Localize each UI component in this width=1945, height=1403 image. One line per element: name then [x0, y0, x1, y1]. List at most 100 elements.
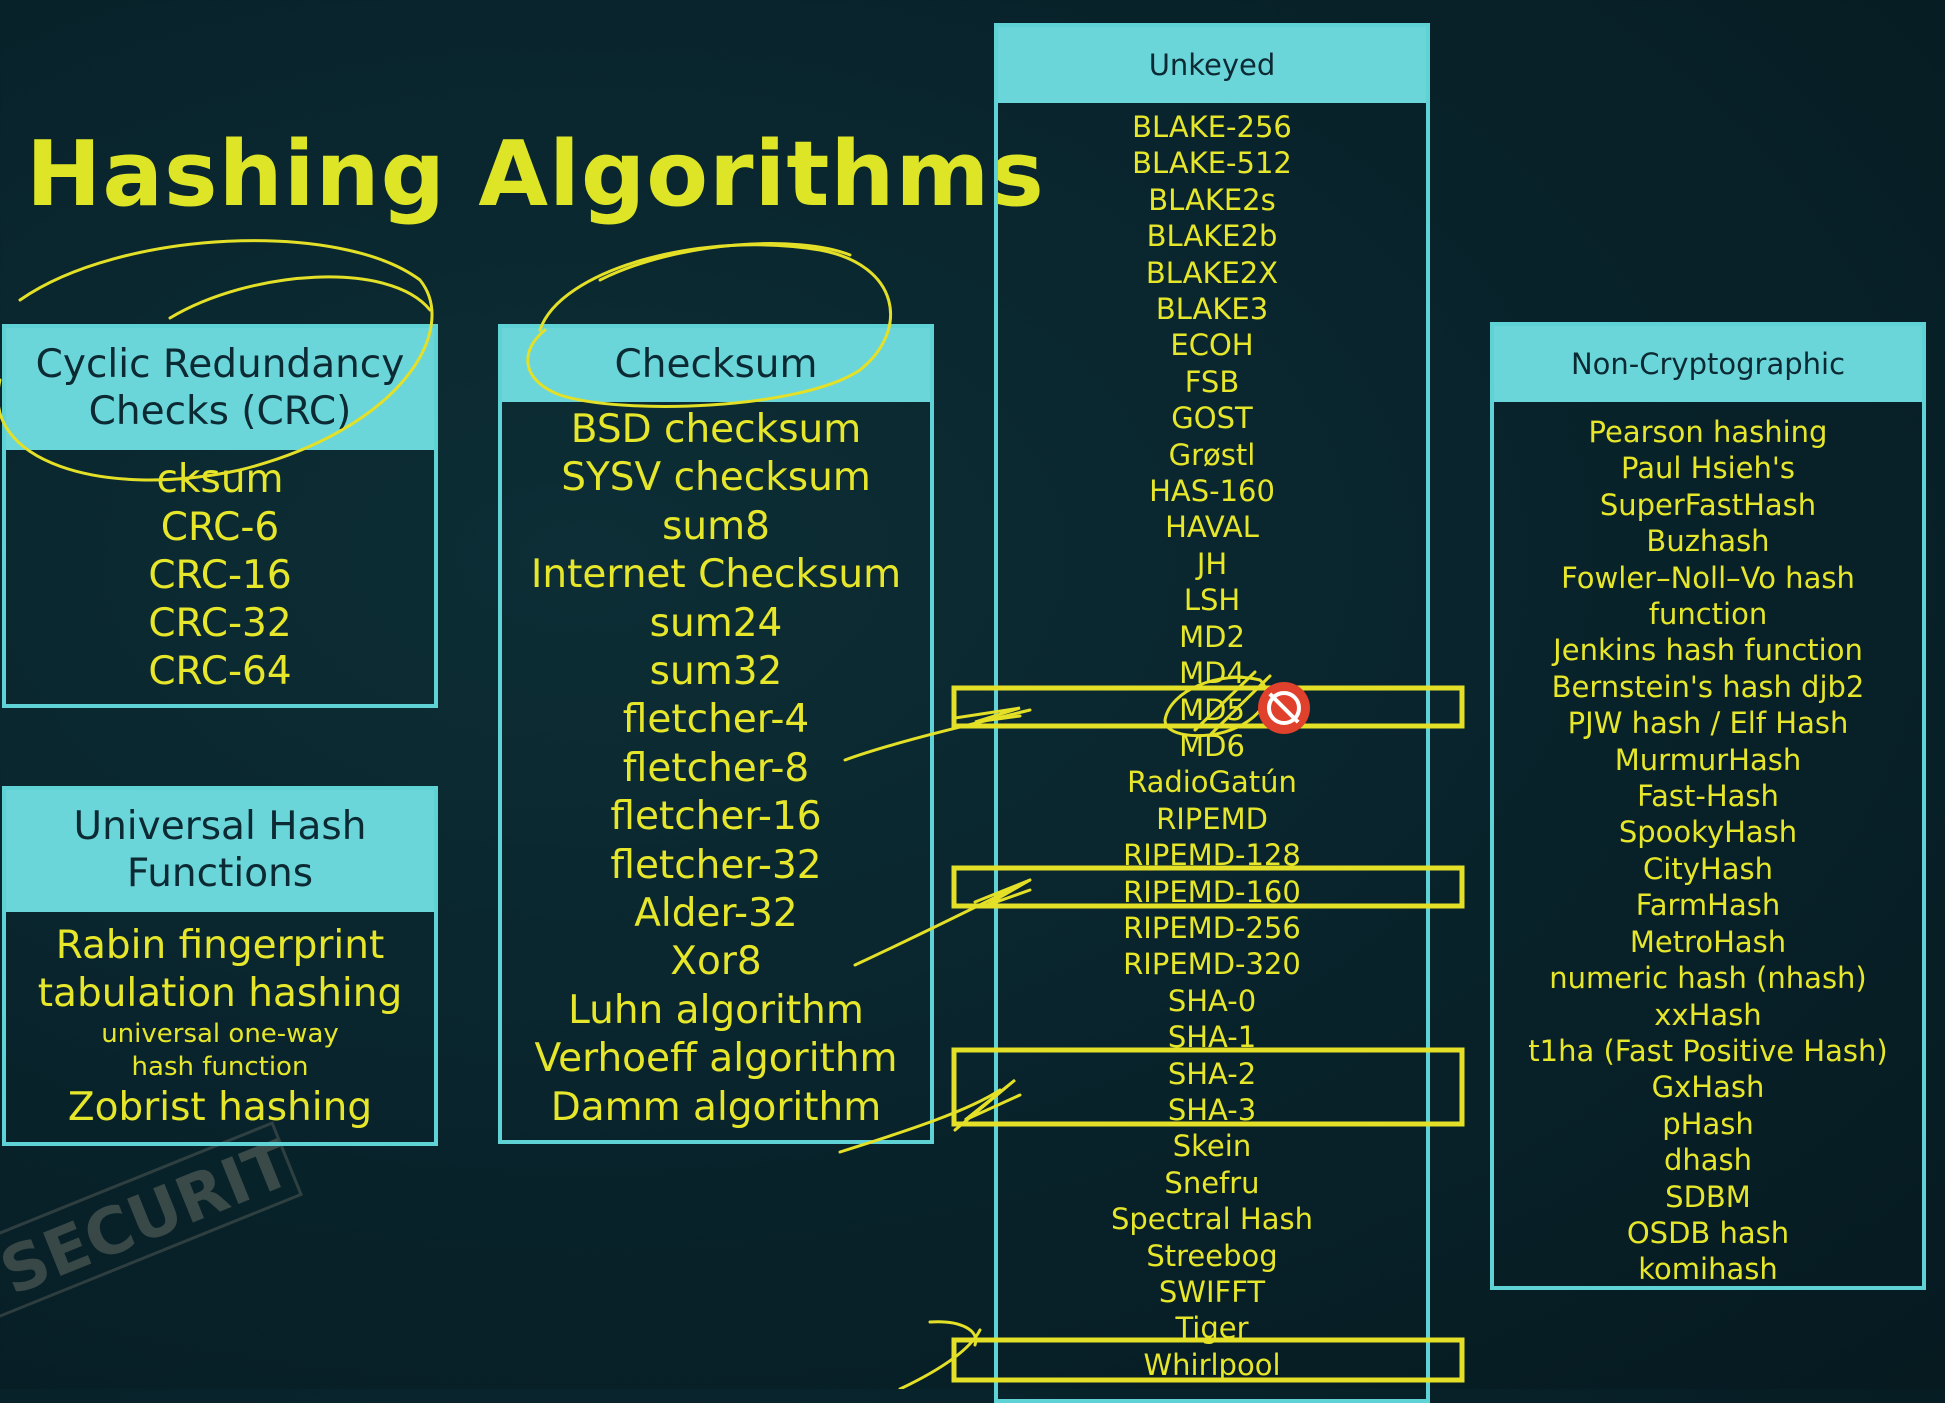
list-item: BLAKE3: [1155, 292, 1269, 327]
list-item: BLAKE2s: [1148, 182, 1276, 217]
crc-panel-header: Cyclic Redundancy Checks (CRC): [6, 328, 434, 450]
checksum-circle-annotation-tail: [598, 242, 852, 282]
crc-list: cksum CRC-6 CRC-16 CRC-32 CRC-64: [6, 450, 434, 696]
checksum-panel: Checksum BSD checksum SYSV checksum sum8 In…: [498, 324, 934, 1144]
list-item: MD5: [1179, 692, 1245, 727]
list-item: numeric hash (nhash): [1549, 961, 1867, 996]
list-item: Bernstein's hash djb2: [1551, 669, 1865, 704]
list-item: SWIFFT: [1158, 1275, 1266, 1309]
list-item: CRC-64: [148, 649, 292, 694]
non-cryptographic-list: Pearson hashing Paul Hsieh's SuperFastHash…: [1494, 402, 1922, 1288]
list-item: tabulation hashing: [37, 971, 403, 1016]
list-item: CRC-32: [148, 601, 292, 646]
list-item: FarmHash: [1635, 888, 1781, 923]
list-item: SuperFastHash: [1599, 487, 1817, 522]
list-item: fletcher-32: [610, 842, 822, 888]
list-item: RIPEMD-256: [1123, 910, 1301, 945]
list-item: Streebog: [1146, 1238, 1278, 1273]
non-cryptographic-panel: Non-Cryptographic Pearson hashing Paul Hs…: [1490, 322, 1926, 1290]
list-item: SHA-1: [1167, 1020, 1257, 1055]
list-item: Skein: [1172, 1129, 1252, 1164]
list-item: komihash: [1638, 1252, 1778, 1287]
list-item: Whirlpool: [1143, 1347, 1281, 1382]
list-item: BLAKE-512: [1132, 146, 1292, 181]
list-item: BLAKE2X: [1145, 255, 1279, 290]
list-item: PJW hash / Elf Hash: [1567, 706, 1849, 741]
list-item: MD6: [1179, 728, 1245, 763]
list-item: Tiger: [1175, 1311, 1249, 1346]
list-item: t1ha (Fast Positive Hash): [1528, 1033, 1888, 1068]
list-item: Zobrist hashing: [67, 1085, 373, 1130]
unkeyed-panel-header: Unkeyed: [998, 27, 1426, 103]
list-item: SDBM: [1665, 1179, 1751, 1214]
checksum-list: BSD checksum SYSV checksum sum8 Internet Ch…: [502, 402, 930, 1132]
list-item: cksum: [156, 457, 284, 502]
list-item: CRC-16: [148, 553, 292, 598]
list-item: GxHash: [1651, 1070, 1765, 1105]
list-item: Internet Checksum: [530, 552, 902, 598]
no-entry-icon: [1258, 682, 1310, 734]
list-item: HAVAL: [1165, 510, 1259, 545]
list-item: RIPEMD-160: [1123, 874, 1301, 909]
list-item: sum32: [649, 649, 783, 695]
list-item: Paul Hsieh's: [1621, 451, 1795, 486]
list-item: Spectral Hash: [1110, 1202, 1313, 1237]
list-item: MurmurHash: [1614, 742, 1802, 777]
list-item: FSB: [1184, 364, 1240, 399]
list-item: Grøstl: [1168, 437, 1256, 472]
list-item: xxHash: [1654, 997, 1762, 1032]
crc-circle-annotation-tail: [168, 275, 432, 320]
security-stamp: SECURITY: [0, 1121, 303, 1319]
list-item: ECOH: [1170, 328, 1254, 363]
list-item: RadioGatún: [1127, 765, 1297, 800]
list-item: LSH: [1183, 583, 1241, 618]
list-item: sum8: [662, 503, 770, 549]
list-item: Jenkins hash function: [1553, 633, 1863, 668]
list-item: RIPEMD: [1156, 801, 1268, 836]
list-item: Verhoeff algorithm: [534, 1036, 898, 1082]
list-item: HAS-160: [1149, 474, 1275, 509]
list-item: RIPEMD-128: [1123, 838, 1301, 873]
list-item: MD2: [1179, 619, 1245, 654]
list-item: OSDB hash: [1626, 1215, 1790, 1250]
list-item: sum24: [649, 600, 783, 646]
list-item: SHA-2: [1167, 1056, 1257, 1091]
list-item: BLAKE2b: [1146, 219, 1278, 254]
list-item: fletcher-8: [622, 745, 810, 791]
universal-hash-panel: Universal Hash Functions Rabin fingerpri…: [2, 786, 438, 1146]
unkeyed-list: BLAKE-256 BLAKE-512 BLAKE2s BLAKE2b BLAKE2X B…: [998, 103, 1426, 1383]
non-cryptographic-panel-header: Non-Cryptographic: [1494, 326, 1922, 402]
list-item: function: [1648, 597, 1768, 632]
list-item: fletcher-4: [622, 697, 810, 743]
list-item: Fast-Hash: [1637, 779, 1779, 814]
whirlpool-pen-scribble-annotation: [928, 1320, 978, 1347]
list-item: BSD checksum: [570, 407, 862, 452]
whirlpool-arrow-annotation: [898, 1328, 982, 1389]
list-item: Snefru: [1164, 1165, 1260, 1200]
list-item: SHA-3: [1167, 1092, 1257, 1127]
list-item: pHash: [1662, 1106, 1754, 1141]
list-item: Rabin fingerprint: [55, 923, 385, 968]
list-item: MD4: [1179, 656, 1245, 691]
list-item: SpookyHash: [1618, 815, 1798, 850]
unkeyed-panel: Unkeyed BLAKE-256 BLAKE-512 BLAKE2s BLAKE2b…: [994, 23, 1430, 1403]
list-item: Pearson hashing: [1588, 415, 1828, 449]
universal-hash-list: Rabin fingerprint tabulation hashing uni…: [6, 912, 434, 1132]
list-item: fletcher-16: [610, 794, 822, 840]
list-item: Buzhash: [1646, 524, 1770, 559]
list-item: BLAKE-256: [1132, 110, 1292, 144]
checksum-panel-header: Checksum: [502, 328, 930, 402]
list-item: SYSV checksum: [561, 455, 871, 501]
list-item: CityHash: [1643, 851, 1773, 886]
list-item: SHA-0: [1167, 983, 1257, 1018]
list-item: universal one-way hash function: [101, 1019, 339, 1082]
page-title: Hashing Algorithms: [26, 122, 1045, 227]
universal-hash-panel-header: Universal Hash Functions: [6, 790, 434, 912]
list-item: Damm algorithm: [550, 1084, 882, 1130]
list-item: Fowler–Noll–Vo hash: [1561, 560, 1855, 595]
list-item: RIPEMD-320: [1123, 947, 1301, 982]
list-item: JH: [1196, 546, 1228, 581]
crc-panel: Cyclic Redundancy Checks (CRC) cksum CRC-…: [2, 324, 438, 708]
list-item: dhash: [1663, 1143, 1753, 1178]
list-item: GOST: [1171, 401, 1253, 436]
